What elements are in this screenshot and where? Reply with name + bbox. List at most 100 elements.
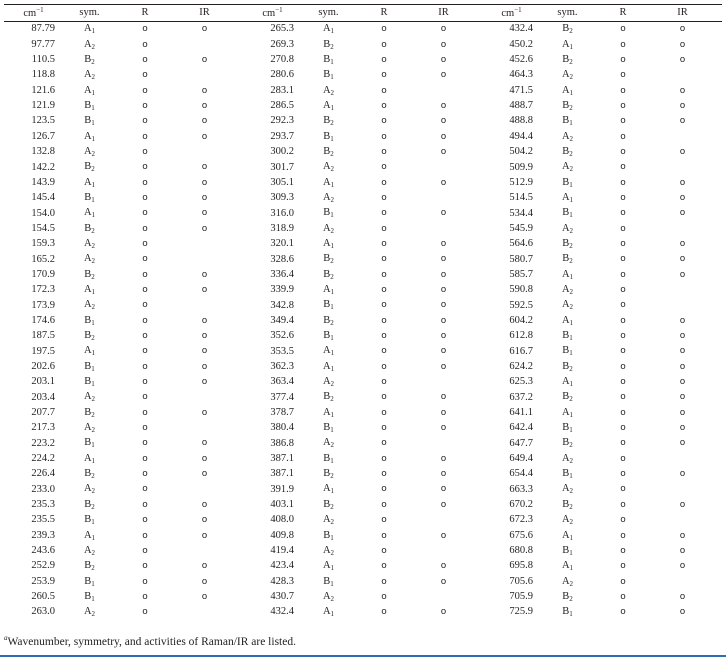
wavenumber-cell: 430.7 (270, 591, 294, 603)
symmetry-subscript: 2 (569, 288, 574, 297)
raman-activity-cell: o (620, 162, 626, 173)
raman-activity-cell: o (620, 192, 626, 203)
symmetry-cell: A2 (55, 254, 124, 265)
symmetry-letter: A (83, 207, 92, 219)
symmetry-letter: A (322, 437, 331, 449)
symmetry-cell: B1 (533, 606, 602, 618)
symmetry-letter: A (561, 84, 570, 96)
raman-activity-cell: o (620, 70, 626, 81)
wavenumber-cell: 270.8 (270, 54, 294, 66)
wavenumber-cell: 170.9 (31, 268, 55, 280)
symmetry-cell: B1 (55, 115, 124, 127)
wavenumber-cell: 649.4 (509, 453, 533, 465)
header-wavenumber-unit: cm (23, 7, 37, 19)
wavenumber-cell: 300.2 (270, 146, 294, 158)
symmetry-subscript: 1 (330, 134, 334, 143)
symmetry-cell: A2 (294, 85, 363, 97)
wavenumber-cell: 616.7 (509, 345, 533, 357)
symmetry-cell: A1 (294, 238, 363, 250)
wavenumber-cell: 305.1 (270, 176, 294, 188)
symmetry-cell: B2 (533, 54, 602, 66)
symmetry-subscript: 2 (91, 426, 96, 435)
symmetry-letter: A (322, 544, 331, 556)
ir-activity-cell: o (440, 346, 447, 357)
raman-activity-cell: o (381, 392, 387, 403)
ir-activity-cell: o (201, 116, 208, 127)
symmetry-subscript: 1 (91, 441, 95, 450)
symmetry-letter: A (561, 130, 570, 142)
table-row: 97.77 A2 o 269.3 B2 o o 450.2 A1 o o (4, 37, 722, 52)
raman-activity-cell: o (381, 561, 387, 572)
ir-activity-cell: o (440, 254, 447, 265)
symmetry-subscript: 1 (330, 426, 334, 435)
symmetry-cell: A1 (55, 23, 124, 35)
ir-activity-cell: o (679, 24, 686, 35)
raman-activity-cell: o (381, 131, 387, 142)
ir-activity-cell: o (679, 208, 686, 219)
symmetry-letter: A (83, 299, 92, 311)
raman-activity-cell: o (620, 407, 626, 418)
raman-activity-cell: o (142, 254, 148, 265)
ir-activity-cell: o (440, 607, 447, 618)
raman-activity-cell: o (381, 469, 387, 480)
symmetry-cell: A2 (533, 162, 602, 173)
wavenumber-cell: 647.7 (509, 437, 533, 449)
ir-activity-cell: o (201, 377, 208, 388)
symmetry-subscript: 1 (569, 533, 574, 542)
table-row: 207.7 B2 o o 378.7 A1 o o 641.1 A1 o o (4, 406, 722, 421)
symmetry-cell: A1 (533, 268, 602, 281)
wavenumber-cell: 293.7 (270, 130, 294, 142)
symmetry-cell: B2 (55, 560, 124, 572)
symmetry-letter: A (83, 544, 92, 556)
raman-activity-cell: o (381, 315, 387, 326)
ir-activity-cell: o (679, 54, 686, 65)
wavenumber-cell: 143.9 (31, 176, 55, 188)
symmetry-subscript: 2 (569, 103, 573, 112)
raman-activity-cell: o (381, 269, 387, 280)
wavenumber-cell: 118.8 (31, 69, 55, 81)
wavenumber-cell: 432.4 (270, 606, 294, 618)
symmetry-cell: B1 (55, 100, 124, 112)
symmetry-subscript: 1 (91, 103, 95, 112)
wavenumber-cell: 172.3 (31, 284, 55, 296)
vibrational-modes-table: cm−1 sym. R IR cm−1 sym. R IR cm−1 sym. R IR 87.79 A… (4, 4, 722, 620)
wavenumber-cell: 663.3 (509, 483, 533, 495)
header-wavenumber-exponent: −1 (514, 5, 522, 14)
wavenumber-cell: 142.2 (31, 161, 55, 173)
ir-activity-cell: o (201, 24, 208, 35)
symmetry-cell: B1 (533, 468, 602, 480)
wavenumber-cell: 174.6 (31, 314, 55, 326)
wavenumber-cell: 380.4 (270, 422, 294, 434)
ir-activity-cell: o (440, 300, 447, 311)
symmetry-subscript: 1 (569, 349, 573, 358)
symmetry-letter: A (561, 161, 570, 173)
raman-activity-cell: o (142, 285, 148, 296)
raman-activity-cell: o (381, 423, 387, 434)
ir-activity-cell: o (201, 331, 208, 342)
raman-activity-cell: o (620, 300, 626, 311)
wavenumber-cell: 235.3 (31, 499, 55, 511)
ir-activity-cell: o (201, 85, 208, 96)
symmetry-subscript: 2 (569, 149, 573, 158)
symmetry-cell: B1 (533, 330, 602, 342)
wavenumber-cell: 239.3 (31, 529, 55, 541)
symmetry-subscript: 2 (91, 502, 95, 511)
wavenumber-cell: 301.7 (270, 161, 294, 173)
symmetry-subscript: 1 (330, 349, 335, 358)
raman-activity-cell: o (620, 515, 626, 526)
raman-activity-cell: o (381, 515, 387, 526)
symmetry-letter: A (83, 176, 92, 188)
symmetry-cell: A1 (294, 100, 363, 112)
symmetry-subscript: 1 (91, 211, 96, 220)
symmetry-cell: B1 (55, 438, 124, 449)
wavenumber-cell: 585.7 (509, 268, 533, 280)
symmetry-letter: A (561, 268, 570, 280)
ir-activity-cell: o (679, 39, 686, 50)
symmetry-cell: A1 (533, 530, 602, 542)
wavenumber-cell: 377.4 (270, 391, 294, 403)
symmetry-subscript: 2 (330, 518, 335, 527)
raman-activity-cell: o (620, 116, 626, 127)
header-symmetry: sym. (557, 6, 578, 18)
raman-activity-cell: o (381, 607, 387, 618)
table-row: 243.6 A2 o 419.4 A2 o 680.8 B1 o o (4, 544, 722, 559)
